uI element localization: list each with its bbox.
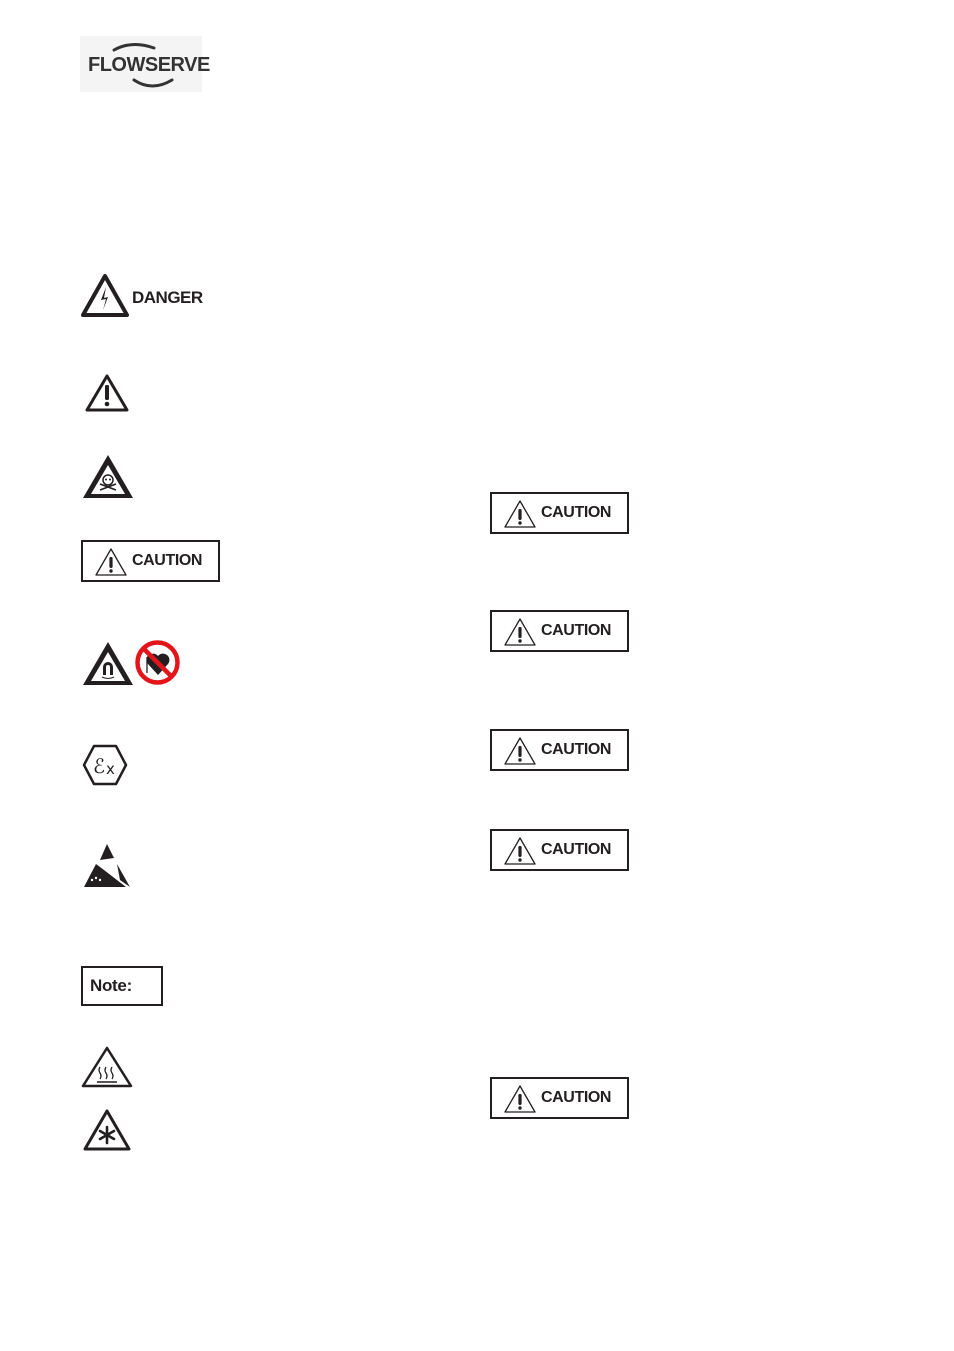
caution-badge: CAUTION	[490, 1077, 629, 1119]
logo-wordmark: FLOWSERVE	[88, 54, 210, 76]
caution-icon	[504, 618, 536, 646]
flowserve-logo: FLOWSERVE	[80, 36, 210, 92]
caution-icon	[504, 837, 536, 865]
ex-explosion-proof-icon: ℰ x	[82, 744, 128, 786]
svg-text:ℰ: ℰ	[93, 754, 105, 778]
caution-label: CAUTION	[541, 504, 612, 521]
svg-text:x: x	[106, 760, 115, 778]
danger-label: DANGER	[132, 288, 203, 307]
caution-icon	[504, 737, 536, 765]
caution-icon	[504, 500, 536, 528]
caution-badge: CAUTION	[81, 540, 220, 582]
caution-badge: CAUTION	[490, 610, 629, 652]
magnetic-field-icon	[83, 642, 133, 685]
esd-sensitive-icon	[84, 844, 130, 887]
electrical-hazard-icon	[81, 274, 129, 317]
cold-surface-icon	[83, 1109, 131, 1151]
caution-label: CAUTION	[541, 622, 612, 639]
general-warning-icon	[85, 374, 129, 412]
no-pacemaker-icon	[135, 640, 180, 685]
caution-icon	[504, 1085, 536, 1113]
caution-badge: CAUTION	[490, 829, 629, 871]
caution-badge: CAUTION	[490, 492, 629, 534]
toxic-hazard-icon	[83, 455, 133, 498]
caution-label: CAUTION	[132, 552, 203, 569]
caution-label: CAUTION	[541, 841, 612, 858]
caution-icon	[95, 548, 127, 576]
caution-label: CAUTION	[541, 1089, 612, 1106]
caution-badge: CAUTION	[490, 729, 629, 771]
caution-label: CAUTION	[541, 741, 612, 758]
hot-surface-icon	[81, 1046, 133, 1088]
note-badge: Note:	[81, 966, 163, 1006]
note-label: Note:	[90, 976, 132, 995]
